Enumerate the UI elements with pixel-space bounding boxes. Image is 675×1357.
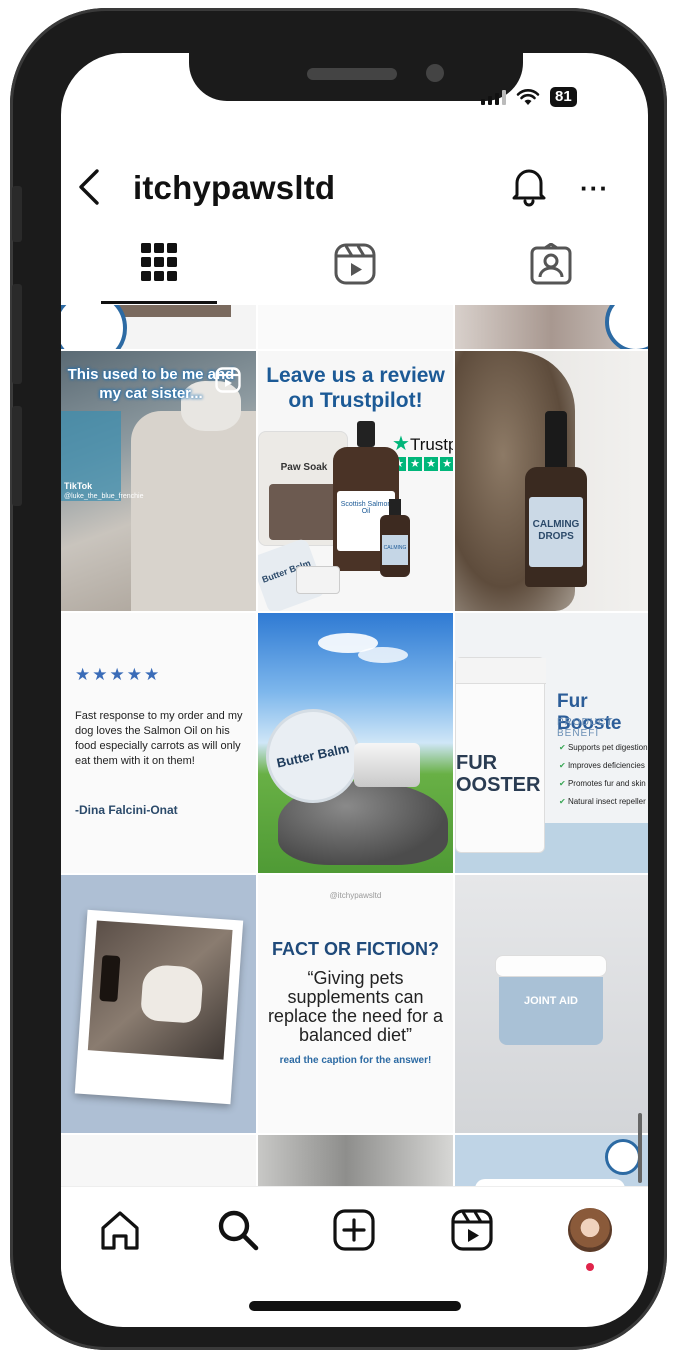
review-text: Fast response to my order and my dog lov… [75, 710, 243, 767]
post-fur-booster[interactable]: FUR OOSTER Fur Booste PRODUCT BENEFI ✔ S… [455, 613, 648, 873]
post-tiktok-video[interactable]: This used to be me and my cat sister... … [61, 351, 256, 611]
reel-badge-icon [215, 367, 241, 393]
post-partial-bottom-2[interactable] [258, 1135, 453, 1189]
profile-header: itchypawsltd ··· [61, 161, 648, 211]
post-joint-aid[interactable]: JOINT AID [455, 875, 648, 1133]
post-partial-top-3[interactable] [455, 305, 648, 349]
profile-avatar [568, 1208, 612, 1252]
post-trustpilot-review[interactable]: Leave us a review on Trustpilot! ★Trustp… [258, 351, 453, 611]
post-partial-top-1[interactable] [61, 305, 256, 349]
tab-tagged[interactable] [453, 229, 648, 305]
post-polaroid-photo[interactable] [61, 875, 256, 1133]
benefits-list: ✔ Supports pet digestion ✔ Improves defi… [559, 743, 648, 806]
fur-booster-subtitle: PRODUCT BENEFI [557, 717, 614, 739]
status-bar: 81 [481, 87, 577, 107]
fur-booster-jar: FUR OOSTER [455, 657, 546, 853]
tiktok-watermark: TikTok [64, 481, 93, 491]
butter-balm-tin [354, 743, 420, 787]
tiktok-handle: @luke_the_blue_frenchie [64, 493, 144, 500]
trustpilot-headline-1: Leave us a review [266, 364, 445, 387]
notification-dot [586, 1263, 594, 1271]
grid-icon [141, 243, 177, 281]
trustpilot-logo: ★Trustp [392, 433, 453, 455]
post-customer-review[interactable]: ★★★★★ Fast response to my order and my d… [61, 613, 256, 873]
nav-reels[interactable] [447, 1205, 497, 1255]
home-icon [101, 1211, 139, 1250]
post-partial-top-2[interactable] [258, 305, 453, 349]
screen: 81 itchypawsltd ··· This used to be me a… [61, 53, 648, 1327]
joint-aid-jar: JOINT AID [495, 955, 607, 1055]
polaroid-frame [74, 909, 244, 1105]
calming-drops-small: CALMING [380, 499, 410, 577]
post-calming-drops[interactable]: CALMING DROPS [455, 351, 648, 611]
post-butter-balm[interactable]: Butter Balm [258, 613, 453, 873]
wifi-icon [516, 89, 540, 105]
polaroid-photo [87, 920, 233, 1060]
review-author: -Dina Falcini-Onat [75, 803, 178, 817]
reels-icon [451, 1209, 493, 1251]
calming-drops-bottle: CALMING DROPS [525, 467, 587, 587]
trustpilot-stars: ★ ★ ★ ★ [392, 457, 453, 471]
signal-icon [481, 89, 506, 105]
posts-grid: This used to be me and my cat sister... … [61, 305, 648, 1189]
nav-create[interactable] [329, 1205, 379, 1255]
scrollbar[interactable] [638, 1113, 642, 1183]
tiktok-caption: This used to be me and my cat sister... [67, 366, 235, 402]
plus-square-icon [333, 1209, 375, 1251]
nav-home[interactable] [95, 1205, 145, 1255]
nav-search[interactable] [213, 1205, 263, 1255]
back-arrow-icon[interactable] [75, 167, 105, 207]
profile-tabs [61, 229, 648, 305]
fact-footer: read the caption for the answer! [279, 1055, 432, 1066]
volume-up-button [12, 284, 22, 384]
bottom-navigation [61, 1186, 648, 1276]
paw-logo-icon [605, 305, 648, 349]
post-fact-or-fiction[interactable]: @itchypawsltd FACT OR FICTION? “Giving p… [258, 875, 453, 1133]
home-indicator[interactable] [249, 1301, 461, 1311]
mute-switch [12, 186, 22, 242]
dropper-cap [545, 411, 567, 471]
active-tab-indicator [101, 301, 217, 304]
post-partial-bottom-3[interactable] [455, 1135, 648, 1189]
review-stars: ★★★★★ [75, 665, 162, 684]
search-icon [218, 1210, 259, 1251]
more-options-icon[interactable]: ··· [580, 173, 609, 204]
tab-reels[interactable] [257, 229, 453, 305]
fact-title: FACT OR FICTION? [272, 939, 439, 959]
paw-logo-icon [61, 305, 127, 349]
volume-down-button [12, 406, 22, 506]
bell-icon[interactable] [509, 165, 549, 207]
notch [189, 53, 523, 101]
fact-quote: “Giving pets supplements can replace the… [267, 968, 444, 1045]
tab-grid[interactable] [61, 229, 257, 305]
battery-indicator: 81 [550, 87, 577, 107]
trustpilot-headline-2: on Trustpilot! [288, 389, 423, 412]
reels-icon [334, 243, 376, 285]
paw-logo-icon [605, 1139, 641, 1175]
nav-profile[interactable] [565, 1205, 615, 1255]
post-handle: @itchypawsltd [329, 891, 382, 900]
profile-username: itchypawsltd [133, 169, 336, 206]
tagged-icon [530, 243, 572, 285]
phone-frame: 81 itchypawsltd ··· This used to be me a… [10, 8, 667, 1350]
post-partial-bottom-1[interactable] [61, 1135, 256, 1189]
